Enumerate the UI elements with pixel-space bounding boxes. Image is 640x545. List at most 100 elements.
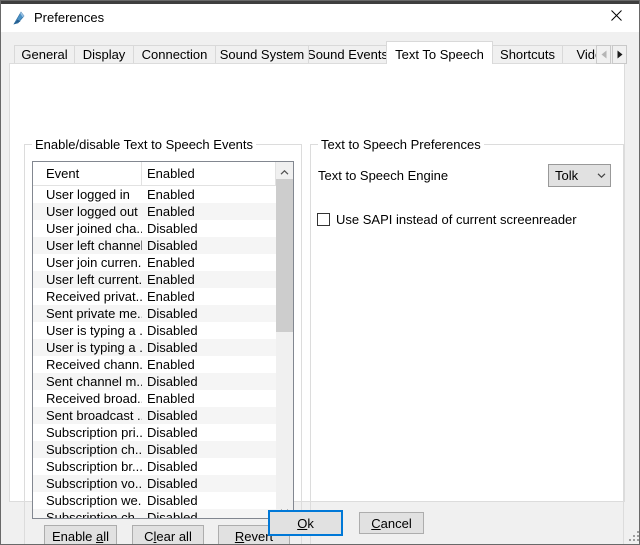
table-row[interactable]: User logged outEnabled [33,203,276,220]
table-row[interactable]: Sent private me...Disabled [33,305,276,322]
tab-label: Sound System [220,47,305,62]
table-row[interactable]: Received broad...Enabled [33,390,276,407]
tab-label: Connection [142,47,208,62]
clear-all-button[interactable]: Clear all [132,525,204,545]
status-cell: Disabled [142,220,276,237]
status-cell: Disabled [142,237,276,254]
table-header[interactable]: Event Enabled [33,162,276,186]
table-row[interactable]: User is typing a ...Disabled [33,322,276,339]
sapi-checkbox-label[interactable]: Use SAPI instead of current screenreader [336,212,577,227]
tab-connection[interactable]: Connection [133,45,216,63]
arrow-left-icon [601,47,607,62]
tab-label: Text To Speech [395,47,484,62]
event-cell: Subscription br... [33,458,142,475]
status-cell: Disabled [142,322,276,339]
tab-sound-events[interactable]: Sound Events [308,45,387,63]
event-cell: User left current... [33,271,142,288]
event-cell: User logged in [33,186,142,203]
event-cell: Subscription ch... [33,441,142,458]
table-row[interactable]: User joined cha...Disabled [33,220,276,237]
event-cell: User is typing a ... [33,322,142,339]
arrow-right-icon [617,47,623,62]
event-table-body: Event Enabled User logged inEnabledUser … [33,162,276,518]
ok-button[interactable]: Ok [268,510,343,536]
tab-scroll-right-button[interactable] [612,45,627,64]
tab-label: Shortcuts [500,47,555,62]
close-button[interactable] [594,1,639,32]
scrollbar-thumb[interactable] [276,179,293,332]
event-cell: Received chann... [33,356,142,373]
status-cell: Disabled [142,475,276,492]
status-cell: Disabled [142,339,276,356]
event-table[interactable]: Event Enabled User logged inEnabledUser … [32,161,294,519]
table-row[interactable]: Subscription ch...Disabled [33,509,276,518]
status-cell: Disabled [142,441,276,458]
event-cell: Received broad... [33,390,142,407]
event-cell: User join curren... [33,254,142,271]
tab-label: Sound Events [308,47,387,62]
column-header-event[interactable]: Event [33,162,142,185]
table-row[interactable]: User left current...Enabled [33,271,276,288]
tts-group-title: Text to Speech Preferences [318,137,484,152]
enable-all-button[interactable]: Enable all [44,525,117,545]
status-cell: Disabled [142,373,276,390]
event-cell: User joined cha... [33,220,142,237]
tab-text-to-speech[interactable]: Text To Speech [386,41,493,64]
table-row[interactable]: Received privat...Enabled [33,288,276,305]
tts-engine-value: Tolk [549,168,592,183]
events-group-title: Enable/disable Text to Speech Events [32,137,256,152]
table-row[interactable]: User logged inEnabled [33,186,276,203]
column-header-enabled[interactable]: Enabled [142,162,276,185]
event-cell: Sent channel m... [33,373,142,390]
window-top-edge [1,1,639,4]
event-cell: User logged out [33,203,142,220]
table-row[interactable]: Subscription ch...Disabled [33,441,276,458]
tab-display[interactable]: Display [74,45,134,63]
table-row[interactable]: Subscription vo...Disabled [33,475,276,492]
table-row[interactable]: User is typing a ...Disabled [33,339,276,356]
event-cell: User is typing a ... [33,339,142,356]
titlebar[interactable]: Preferences [1,1,639,32]
tab-label: General [21,47,67,62]
tab-general[interactable]: General [14,45,75,63]
table-row[interactable]: Subscription we...Disabled [33,492,276,509]
tts-engine-label: Text to Speech Engine [318,168,448,183]
status-cell: Disabled [142,458,276,475]
tts-preferences-groupbox: Text to Speech Preferences [310,144,624,545]
sapi-checkbox[interactable] [317,213,330,226]
cancel-button[interactable]: Cancel [359,512,424,534]
event-cell: Subscription vo... [33,475,142,492]
tab-scroll-left-button[interactable] [596,45,611,64]
table-row[interactable]: Sent broadcast ...Disabled [33,407,276,424]
status-cell: Disabled [142,509,276,518]
scrollbar[interactable] [276,162,293,518]
table-row[interactable]: User join curren...Enabled [33,254,276,271]
table-row[interactable]: Subscription pri...Disabled [33,424,276,441]
tab-label: Display [83,47,126,62]
table-row[interactable]: User left channelDisabled [33,237,276,254]
event-cell: Subscription ch... [33,509,142,518]
event-cell: User left channel [33,237,142,254]
scroll-up-button[interactable] [276,162,293,179]
resize-grip[interactable] [629,531,631,533]
table-rows: User logged inEnabledUser logged outEnab… [33,186,276,518]
tts-engine-dropdown[interactable]: Tolk [548,164,611,187]
event-cell: Subscription we... [33,492,142,509]
preferences-window: Preferences Enable/disable Text to Speec… [0,0,640,545]
status-cell: Enabled [142,254,276,271]
tab-shortcuts[interactable]: Shortcuts [492,45,563,63]
event-cell: Subscription pri... [33,424,142,441]
chevron-up-icon [280,163,289,178]
table-row[interactable]: Subscription br...Disabled [33,458,276,475]
table-row[interactable]: Received chann...Enabled [33,356,276,373]
teamtalk-app-icon [11,10,27,26]
status-cell: Enabled [142,288,276,305]
chevron-down-icon [592,173,610,178]
table-row[interactable]: Sent channel m...Disabled [33,373,276,390]
status-cell: Enabled [142,390,276,407]
tab-page: Enable/disable Text to Speech Events Eve… [9,63,625,502]
status-cell: Enabled [142,203,276,220]
event-cell: Sent private me... [33,305,142,322]
status-cell: Enabled [142,186,276,203]
tab-sound-system[interactable]: Sound System [215,45,309,63]
